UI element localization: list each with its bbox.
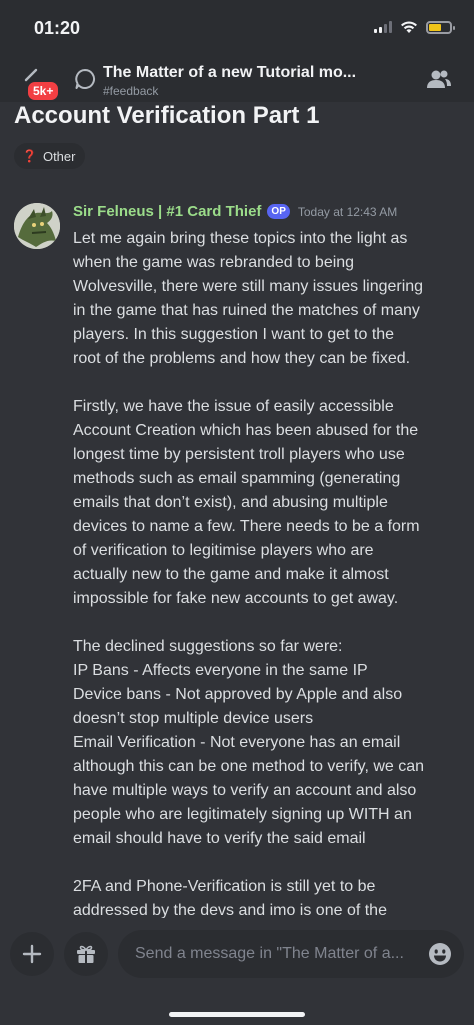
- message-line: longest time by persistent troll players…: [73, 446, 405, 463]
- avatar[interactable]: [14, 203, 60, 249]
- message-input-placeholder: Send a message in "The Matter of a...: [135, 945, 404, 962]
- thread-title: Account Verification Part 1: [14, 102, 320, 129]
- status-bar: 01:20: [0, 0, 474, 58]
- message-paragraph: 2FA and Phone-Verification is still yet …: [73, 875, 465, 923]
- message-line: people who are legitimately signing up W…: [73, 806, 412, 823]
- message-line: emails that don’t exist), and abusing mu…: [73, 494, 388, 511]
- wifi-icon: [401, 21, 417, 33]
- message-line: email should have to verify the said ema…: [73, 830, 366, 847]
- plus-icon: [22, 944, 42, 964]
- thread-icon: [75, 68, 96, 89]
- emoji-icon[interactable]: [428, 942, 452, 966]
- message-line: The declined suggestions so far were:: [73, 638, 343, 655]
- message-body: Let me again bring these topics into the…: [73, 227, 465, 947]
- message-paragraph: The declined suggestions so far were: IP…: [73, 635, 465, 851]
- message-line: when the game was rebranded to being: [73, 254, 355, 271]
- add-attachment-button[interactable]: [10, 932, 54, 976]
- message-line: Let me again bring these topics into the…: [73, 230, 408, 247]
- forum-tag[interactable]: ❓ Other: [14, 143, 86, 169]
- message-line: Email Verification - Not everyone has an…: [73, 734, 401, 751]
- message-input[interactable]: Send a message in "The Matter of a...: [118, 930, 464, 978]
- message-line: actually new to the game and make it alm…: [73, 566, 389, 583]
- header-channel[interactable]: #feedback: [103, 84, 158, 98]
- message-line: Firstly, we have the issue of easily acc…: [73, 398, 394, 415]
- message-composer: Send a message in "The Matter of a...: [0, 918, 474, 1025]
- avatar-image: [14, 203, 60, 249]
- message-line: root of the problems and how they can be…: [73, 350, 411, 367]
- tag-label: Other: [42, 148, 76, 164]
- status-icons: [374, 20, 455, 34]
- gift-button[interactable]: [64, 932, 108, 976]
- message-line: in the game that has ruined the matches …: [73, 302, 420, 319]
- gift-icon: [77, 945, 95, 963]
- message-line: 2FA and Phone-Verification is still yet …: [73, 878, 376, 895]
- message-line: IP Bans - Affects everyone in the same I…: [73, 662, 368, 679]
- message-line: although this can be one method to verif…: [73, 758, 425, 775]
- status-time: 01:20: [34, 18, 81, 38]
- message-timestamp: Today at 12:43 AM: [297, 204, 398, 219]
- notification-badge: 5k+: [26, 80, 61, 102]
- message-line: Account Creation which has been abused f…: [73, 422, 419, 439]
- message-paragraph: Let me again bring these topics into the…: [73, 227, 465, 371]
- message-line: impossible for fake new accounts to get …: [73, 590, 399, 607]
- message-line: players. In this suggestion I want to ge…: [73, 326, 395, 343]
- members-icon[interactable]: [426, 68, 452, 90]
- question-icon: ❓: [22, 149, 37, 163]
- cellular-signal-icon: [374, 21, 392, 33]
- message-header: Sir Felneus | #1 Card Thief OP Today at …: [73, 203, 397, 220]
- message-line: Device bans - Not approved by Apple and …: [73, 686, 403, 703]
- home-indicator[interactable]: [169, 1012, 305, 1017]
- message-paragraph: Firstly, we have the issue of easily acc…: [73, 395, 465, 611]
- header-title[interactable]: The Matter of a new Tutorial mo...: [103, 64, 393, 82]
- op-badge: OP: [267, 204, 290, 219]
- message-line: of verification to legitimise players wh…: [73, 542, 374, 559]
- message-line: doesn’t stop multiple device users: [73, 710, 314, 727]
- author-name[interactable]: Sir Felneus | #1 Card Thief: [73, 203, 261, 220]
- message-line: methods such as email spamming (generati…: [73, 470, 401, 487]
- message-line: have multiple ways to verify an account …: [73, 782, 417, 799]
- message-line: devices to name a few. There needs to be…: [73, 518, 420, 535]
- message-line: Wolvesville, there were still many issue…: [73, 278, 424, 295]
- thread-header: 5k+ The Matter of a new Tutorial mo... #…: [0, 58, 474, 102]
- battery-icon: [426, 20, 455, 34]
